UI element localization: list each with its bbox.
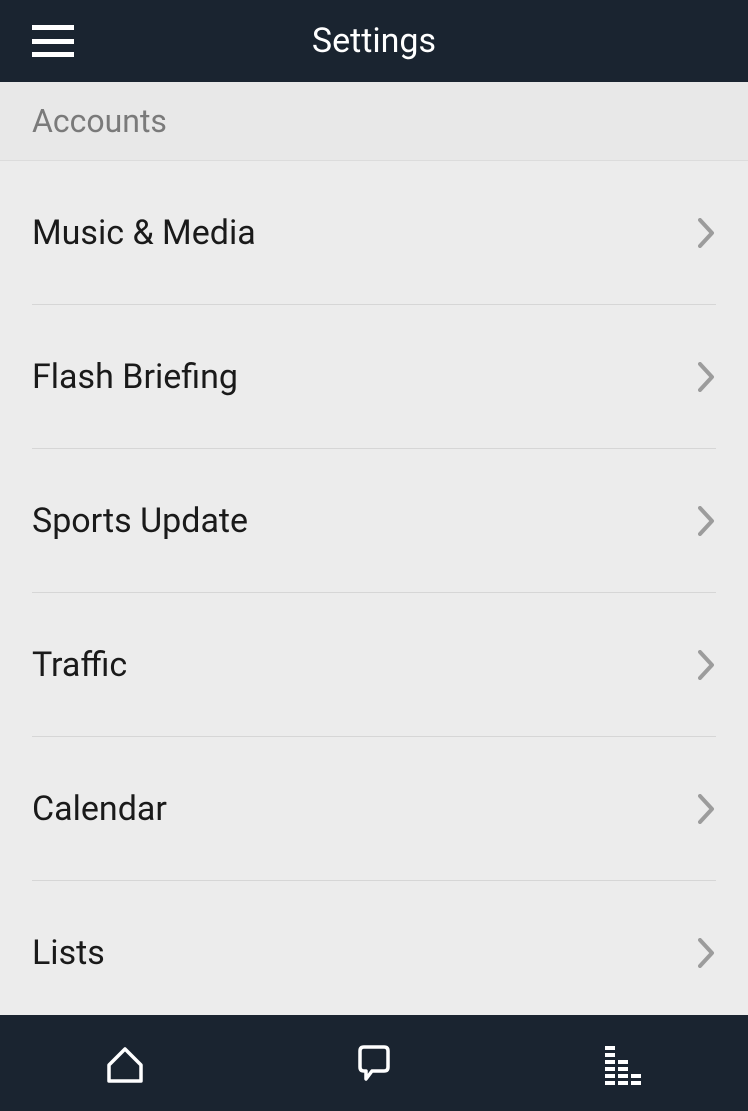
list-item-calendar[interactable]: Calendar bbox=[32, 737, 716, 881]
list-item-traffic[interactable]: Traffic bbox=[32, 593, 716, 737]
chevron-right-icon bbox=[698, 794, 716, 824]
list-item-sports-update[interactable]: Sports Update bbox=[32, 449, 716, 593]
chat-icon[interactable] bbox=[350, 1039, 398, 1087]
hamburger-menu-icon[interactable] bbox=[32, 25, 74, 57]
chevron-right-icon bbox=[698, 938, 716, 968]
list-item-music-media[interactable]: Music & Media bbox=[32, 161, 716, 305]
chevron-right-icon bbox=[698, 506, 716, 536]
settings-list: Music & Media Flash Briefing Sports Upda… bbox=[0, 161, 748, 1015]
list-item-label: Calendar bbox=[32, 789, 167, 829]
list-item-label: Lists bbox=[32, 933, 105, 973]
section-header-accounts: Accounts bbox=[0, 82, 748, 161]
bottom-nav bbox=[0, 1015, 748, 1111]
list-item-lists[interactable]: Lists bbox=[32, 881, 716, 1015]
home-icon[interactable] bbox=[101, 1039, 149, 1087]
chevron-right-icon bbox=[698, 650, 716, 680]
list-item-label: Flash Briefing bbox=[32, 357, 238, 397]
equalizer-icon[interactable] bbox=[599, 1039, 647, 1087]
list-item-flash-briefing[interactable]: Flash Briefing bbox=[32, 305, 716, 449]
header: Settings bbox=[0, 0, 748, 82]
chevron-right-icon bbox=[698, 218, 716, 248]
list-item-label: Traffic bbox=[32, 645, 127, 685]
list-item-label: Music & Media bbox=[32, 213, 256, 253]
page-title: Settings bbox=[312, 21, 436, 61]
chevron-right-icon bbox=[698, 362, 716, 392]
list-item-label: Sports Update bbox=[32, 501, 248, 541]
